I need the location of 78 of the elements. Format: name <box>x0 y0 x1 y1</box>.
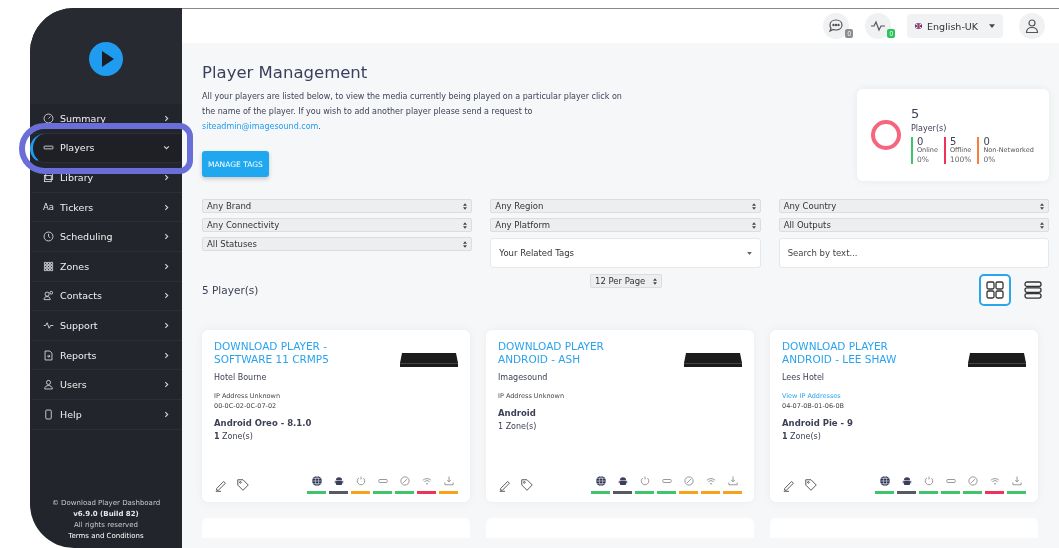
power-status-icon <box>922 475 935 487</box>
globe-status-icon <box>594 475 607 487</box>
power-status-icon <box>638 475 651 487</box>
venue-name: Imagesound <box>498 373 549 382</box>
up-down-arrows-icon <box>751 202 756 210</box>
up-down-arrows-icon <box>1040 202 1044 210</box>
wifi-status-icon <box>988 475 1001 487</box>
clock-icon <box>43 231 54 243</box>
zone-count: 1 Zone(s) <box>498 422 538 431</box>
up-down-arrows-icon <box>463 240 468 248</box>
tags-dropdown[interactable]: Your Related Tags <box>490 238 761 268</box>
intro-paragraph: All your players are listed below, to view the media currently being played on a particular player click on the name of the player. If you wish to add another player please send a request to siteadmin@imagesound.com. <box>202 91 623 133</box>
download-status-icon <box>726 475 739 487</box>
user-button[interactable] <box>1019 13 1045 39</box>
filter-select[interactable]: Any Region <box>490 199 761 213</box>
flag-icon <box>915 23 923 29</box>
up-down-arrows-icon <box>751 221 756 229</box>
caret-icon <box>989 24 995 28</box>
venue-name: Lees Hotel <box>782 373 826 382</box>
grid-icon <box>43 260 54 272</box>
gauge-icon <box>43 112 54 124</box>
filter-select[interactable]: Any Brand <box>202 199 473 213</box>
user-icon <box>43 379 54 391</box>
sync-status-icon <box>398 475 411 487</box>
player-total: 5 <box>911 105 921 121</box>
download-status-icon <box>442 475 455 487</box>
media-player-device-drawing <box>684 353 742 367</box>
language-selector[interactable]: English-UK <box>907 14 1003 38</box>
report-icon <box>43 349 54 361</box>
filter-select[interactable]: Any Platform <box>490 218 761 232</box>
filter-select[interactable]: Any Connectivity <box>202 218 473 232</box>
player-count: 5 Player(s) <box>202 284 260 296</box>
contacts-icon <box>43 290 54 302</box>
download-status-icon <box>1010 475 1023 487</box>
venue-name: Hotel Bourne <box>214 373 268 382</box>
tag-icon[interactable] <box>804 477 818 492</box>
wifi-status-icon <box>704 475 717 487</box>
list-view-icon <box>1023 280 1043 300</box>
up-down-arrows-icon <box>463 221 468 229</box>
zone-count: 1 Zone(s) <box>782 432 822 441</box>
search-field[interactable]: Search by text... <box>778 238 1049 268</box>
chat-bubble-icon <box>828 18 845 34</box>
filter-select[interactable]: All Outputs <box>778 218 1049 232</box>
page-title: Player Management <box>202 63 369 82</box>
zone-count: 1 Zone(s) <box>214 432 254 441</box>
player-total-label: Player(s) <box>911 123 948 133</box>
android-status-icon <box>900 475 913 487</box>
filter-select[interactable]: Any Country <box>778 199 1049 213</box>
tag-icon[interactable] <box>236 477 250 492</box>
globe-status-icon <box>310 475 323 487</box>
android-status-icon <box>332 475 345 487</box>
phone-icon <box>43 408 54 420</box>
up-down-arrows-icon <box>1040 221 1044 229</box>
grid-view-button[interactable] <box>979 274 1011 306</box>
donut-ring-icon <box>869 118 903 152</box>
up-down-arrows-icon <box>653 277 657 285</box>
globe-status-icon <box>878 475 891 487</box>
power-status-icon <box>354 475 367 487</box>
media-player-device-drawing <box>400 353 458 367</box>
user-icon <box>1024 18 1040 34</box>
up-down-arrows-icon <box>463 202 468 210</box>
filter-select[interactable]: All Statuses <box>202 237 473 251</box>
android-status-icon <box>616 475 629 487</box>
os-version: Android Pie - 9 <box>782 418 854 428</box>
os-version: Android Oreo - 8.1.0 <box>214 418 313 428</box>
play-logo-icon <box>88 41 124 77</box>
wifi-status-icon <box>420 475 433 487</box>
os-version: Android <box>498 408 537 418</box>
sync-status-icon <box>966 475 979 487</box>
caret-icon <box>746 251 752 255</box>
per-page-select[interactable]: 12 Per Page <box>590 274 662 288</box>
pulse-icon <box>43 319 54 331</box>
library-icon <box>43 172 54 183</box>
sync-status-icon <box>682 475 695 487</box>
pulse-icon <box>870 18 887 34</box>
grid-view-icon <box>985 280 1005 300</box>
media-player-device-drawing <box>968 353 1026 367</box>
tag-icon[interactable] <box>520 477 534 492</box>
